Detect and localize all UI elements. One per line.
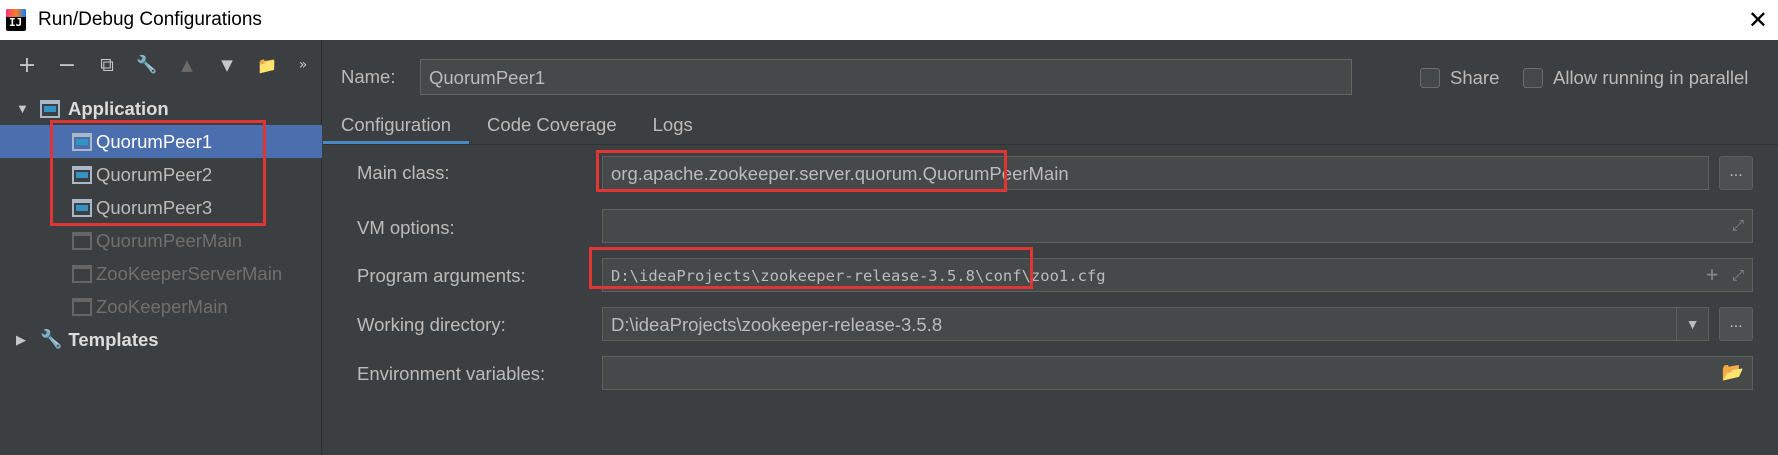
- copy-icon[interactable]: ⧉: [96, 54, 118, 76]
- sidebar-toolbar: + − ⧉ 🔧 ▲ ▼ 📁 »: [0, 40, 321, 90]
- application-config-icon: [72, 132, 92, 151]
- tree-item-quorumpeermain[interactable]: QuorumPeerMain: [0, 224, 322, 257]
- intellij-logo-icon: IJ: [6, 9, 26, 31]
- tree-item-label: ZooKeeperServerMain: [96, 262, 283, 284]
- chevron-down-icon[interactable]: ▼: [1676, 308, 1708, 340]
- environment-variables-input[interactable]: 📂: [602, 356, 1753, 390]
- chevron-right-icon[interactable]: ▶: [16, 332, 30, 348]
- new-folder-icon[interactable]: 📁: [256, 56, 278, 75]
- browse-working-directory-button[interactable]: ...: [1719, 307, 1753, 341]
- configurations-sidebar: + − ⧉ 🔧 ▲ ▼ 📁 » ▼ Application QuorumPeer…: [0, 40, 322, 455]
- tab-logs[interactable]: Logs: [635, 102, 711, 144]
- name-input[interactable]: QuorumPeer1: [420, 59, 1352, 95]
- tree-node-label: Templates: [68, 328, 159, 350]
- program-arguments-input[interactable]: D:\ideaProjects\zookeeper-release-3.5.8\…: [602, 258, 1753, 292]
- title-bar: IJ Run/Debug Configurations ✕: [0, 0, 1778, 40]
- remove-icon[interactable]: −: [56, 53, 78, 78]
- more-icon[interactable]: »: [296, 57, 310, 73]
- folder-icon[interactable]: 📂: [1722, 362, 1744, 383]
- tree-item-quorumpeer3[interactable]: QuorumPeer3: [0, 191, 322, 224]
- tree-item-label: QuorumPeerMain: [96, 229, 243, 251]
- application-config-icon: [72, 198, 92, 217]
- wrench-icon[interactable]: 🔧: [136, 55, 158, 75]
- program-arguments-label: Program arguments:: [357, 265, 526, 286]
- configuration-form: Main class: org.apache.zookeeper.server.…: [323, 144, 1778, 455]
- allow-parallel-label: Allow running in parallel: [1553, 67, 1749, 88]
- application-config-icon: [72, 297, 92, 316]
- tab-code-coverage[interactable]: Code Coverage: [469, 102, 635, 144]
- vm-options-input[interactable]: ⤢: [602, 209, 1753, 243]
- tab-configuration[interactable]: Configuration: [323, 102, 470, 144]
- logo-text: IJ: [9, 16, 23, 29]
- checkbox-box[interactable]: [1523, 68, 1543, 88]
- tree-item-label: QuorumPeer3: [96, 196, 213, 218]
- move-down-icon[interactable]: ▼: [216, 56, 238, 74]
- add-icon[interactable]: +: [16, 53, 38, 78]
- wrench-icon: 🔧: [40, 329, 63, 349]
- tree-item-label: QuorumPeer1: [96, 130, 213, 152]
- application-config-icon: [72, 231, 92, 250]
- environment-variables-label: Environment variables:: [357, 363, 546, 384]
- name-label: Name:: [341, 66, 396, 87]
- application-icon: [40, 99, 60, 118]
- vm-options-label: VM options:: [357, 217, 455, 238]
- application-config-icon: [72, 165, 92, 184]
- tree-item-quorumpeer2[interactable]: QuorumPeer2: [0, 158, 322, 191]
- window-title: Run/Debug Configurations: [38, 9, 262, 30]
- expand-icon[interactable]: ⤢: [1732, 266, 1744, 284]
- add-macro-icon[interactable]: +: [1706, 262, 1718, 286]
- move-up-icon[interactable]: ▲: [176, 56, 198, 74]
- expand-icon[interactable]: ⤢: [1732, 217, 1744, 234]
- main-class-label: Main class:: [357, 162, 450, 183]
- tree-node-application[interactable]: ▼ Application: [0, 92, 322, 125]
- tree-item-zookeepermain[interactable]: ZooKeeperMain: [0, 290, 322, 323]
- browse-main-class-button[interactable]: ...: [1719, 156, 1753, 190]
- working-directory-label: Working directory:: [357, 314, 506, 335]
- chevron-down-icon[interactable]: ▼: [16, 101, 30, 116]
- allow-parallel-checkbox[interactable]: Allow running in parallel: [1523, 67, 1748, 89]
- tree-node-label: Application: [68, 97, 169, 119]
- main-class-input[interactable]: org.apache.zookeeper.server.quorum.Quoru…: [602, 156, 1709, 190]
- checkbox-box[interactable]: [1420, 68, 1440, 88]
- working-directory-input[interactable]: D:\ideaProjects\zookeeper-release-3.5.8 …: [602, 307, 1709, 341]
- tab-bar: Configuration Code Coverage Logs: [323, 102, 711, 144]
- share-label: Share: [1450, 67, 1500, 88]
- tree-item-zookeeperservermain[interactable]: ZooKeeperServerMain: [0, 257, 322, 290]
- tree-item-label: ZooKeeperMain: [96, 295, 228, 317]
- program-arguments-value: D:\ideaProjects\zookeeper-release-3.5.8\…: [611, 267, 1106, 285]
- configuration-tree: ▼ Application QuorumPeer1 QuorumPeer2 Qu…: [0, 92, 322, 356]
- share-checkbox[interactable]: Share: [1420, 67, 1499, 89]
- working-directory-value: D:\ideaProjects\zookeeper-release-3.5.8: [611, 314, 943, 335]
- close-icon[interactable]: ✕: [1748, 6, 1768, 34]
- tree-item-quorumpeer1[interactable]: QuorumPeer1: [0, 125, 322, 158]
- application-config-icon: [72, 264, 92, 283]
- configuration-editor: Name: QuorumPeer1 Share Allow running in…: [323, 40, 1778, 455]
- tree-item-label: QuorumPeer2: [96, 163, 213, 185]
- tree-node-templates[interactable]: ▶ 🔧 Templates: [0, 323, 322, 356]
